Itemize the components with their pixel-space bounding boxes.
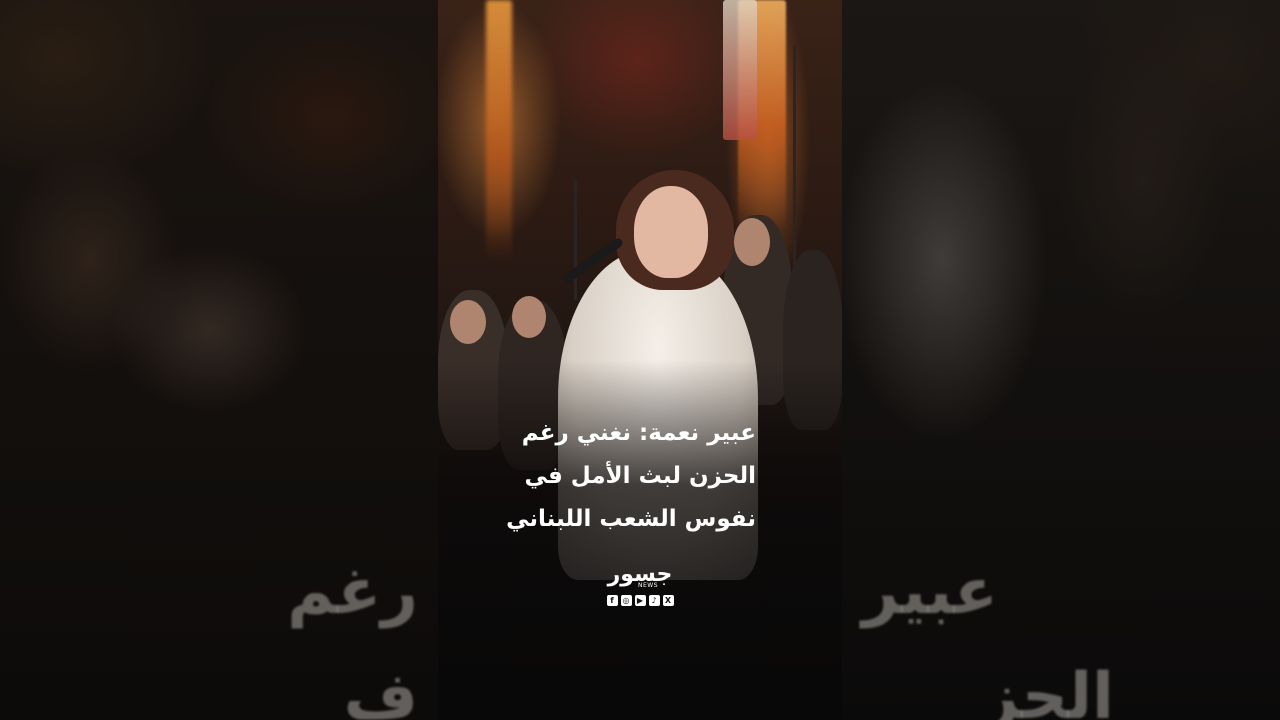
stage-banner <box>723 0 757 140</box>
blurred-headline-fragment: ف <box>343 660 418 720</box>
headline-line: الحزن لبث الأمل في <box>524 463 756 489</box>
logo-sub: NEWS <box>638 582 659 589</box>
x-icon: X <box>662 595 674 606</box>
headline-line: نفوس الشعب اللبناني <box>506 506 756 532</box>
mic-stand <box>574 180 577 300</box>
instagram-icon: ◎ <box>620 595 632 606</box>
musician-face <box>450 300 486 344</box>
blurred-background-right: عبير الحز <box>842 0 1280 720</box>
singer-face <box>634 186 708 278</box>
stage-light <box>486 0 512 260</box>
blurred-headline-fragment: الحز <box>982 660 1114 720</box>
blurred-headline-fragment: رغم <box>287 555 418 629</box>
musician-face <box>734 218 770 266</box>
musician-face <box>512 296 546 338</box>
social-icons: f ◎ ▶ ♪ X <box>598 595 682 606</box>
headline-line: عبير نعمة: نغني رغم <box>521 420 756 446</box>
brand-logo: جسور NEWS f ◎ ▶ ♪ X <box>598 562 682 612</box>
youtube-icon: ▶ <box>634 595 646 606</box>
tiktok-icon: ♪ <box>648 595 660 606</box>
video-frame[interactable]: عبير نعمة: نغني رغم الحزن لبث الأمل في ن… <box>438 0 842 720</box>
facebook-icon: f <box>606 595 618 606</box>
headline: عبير نعمة: نغني رغم الحزن لبث الأمل في ن… <box>458 412 756 541</box>
blurred-background-left: رغم ف <box>0 0 438 720</box>
blurred-headline-fragment: عبير <box>862 555 998 629</box>
